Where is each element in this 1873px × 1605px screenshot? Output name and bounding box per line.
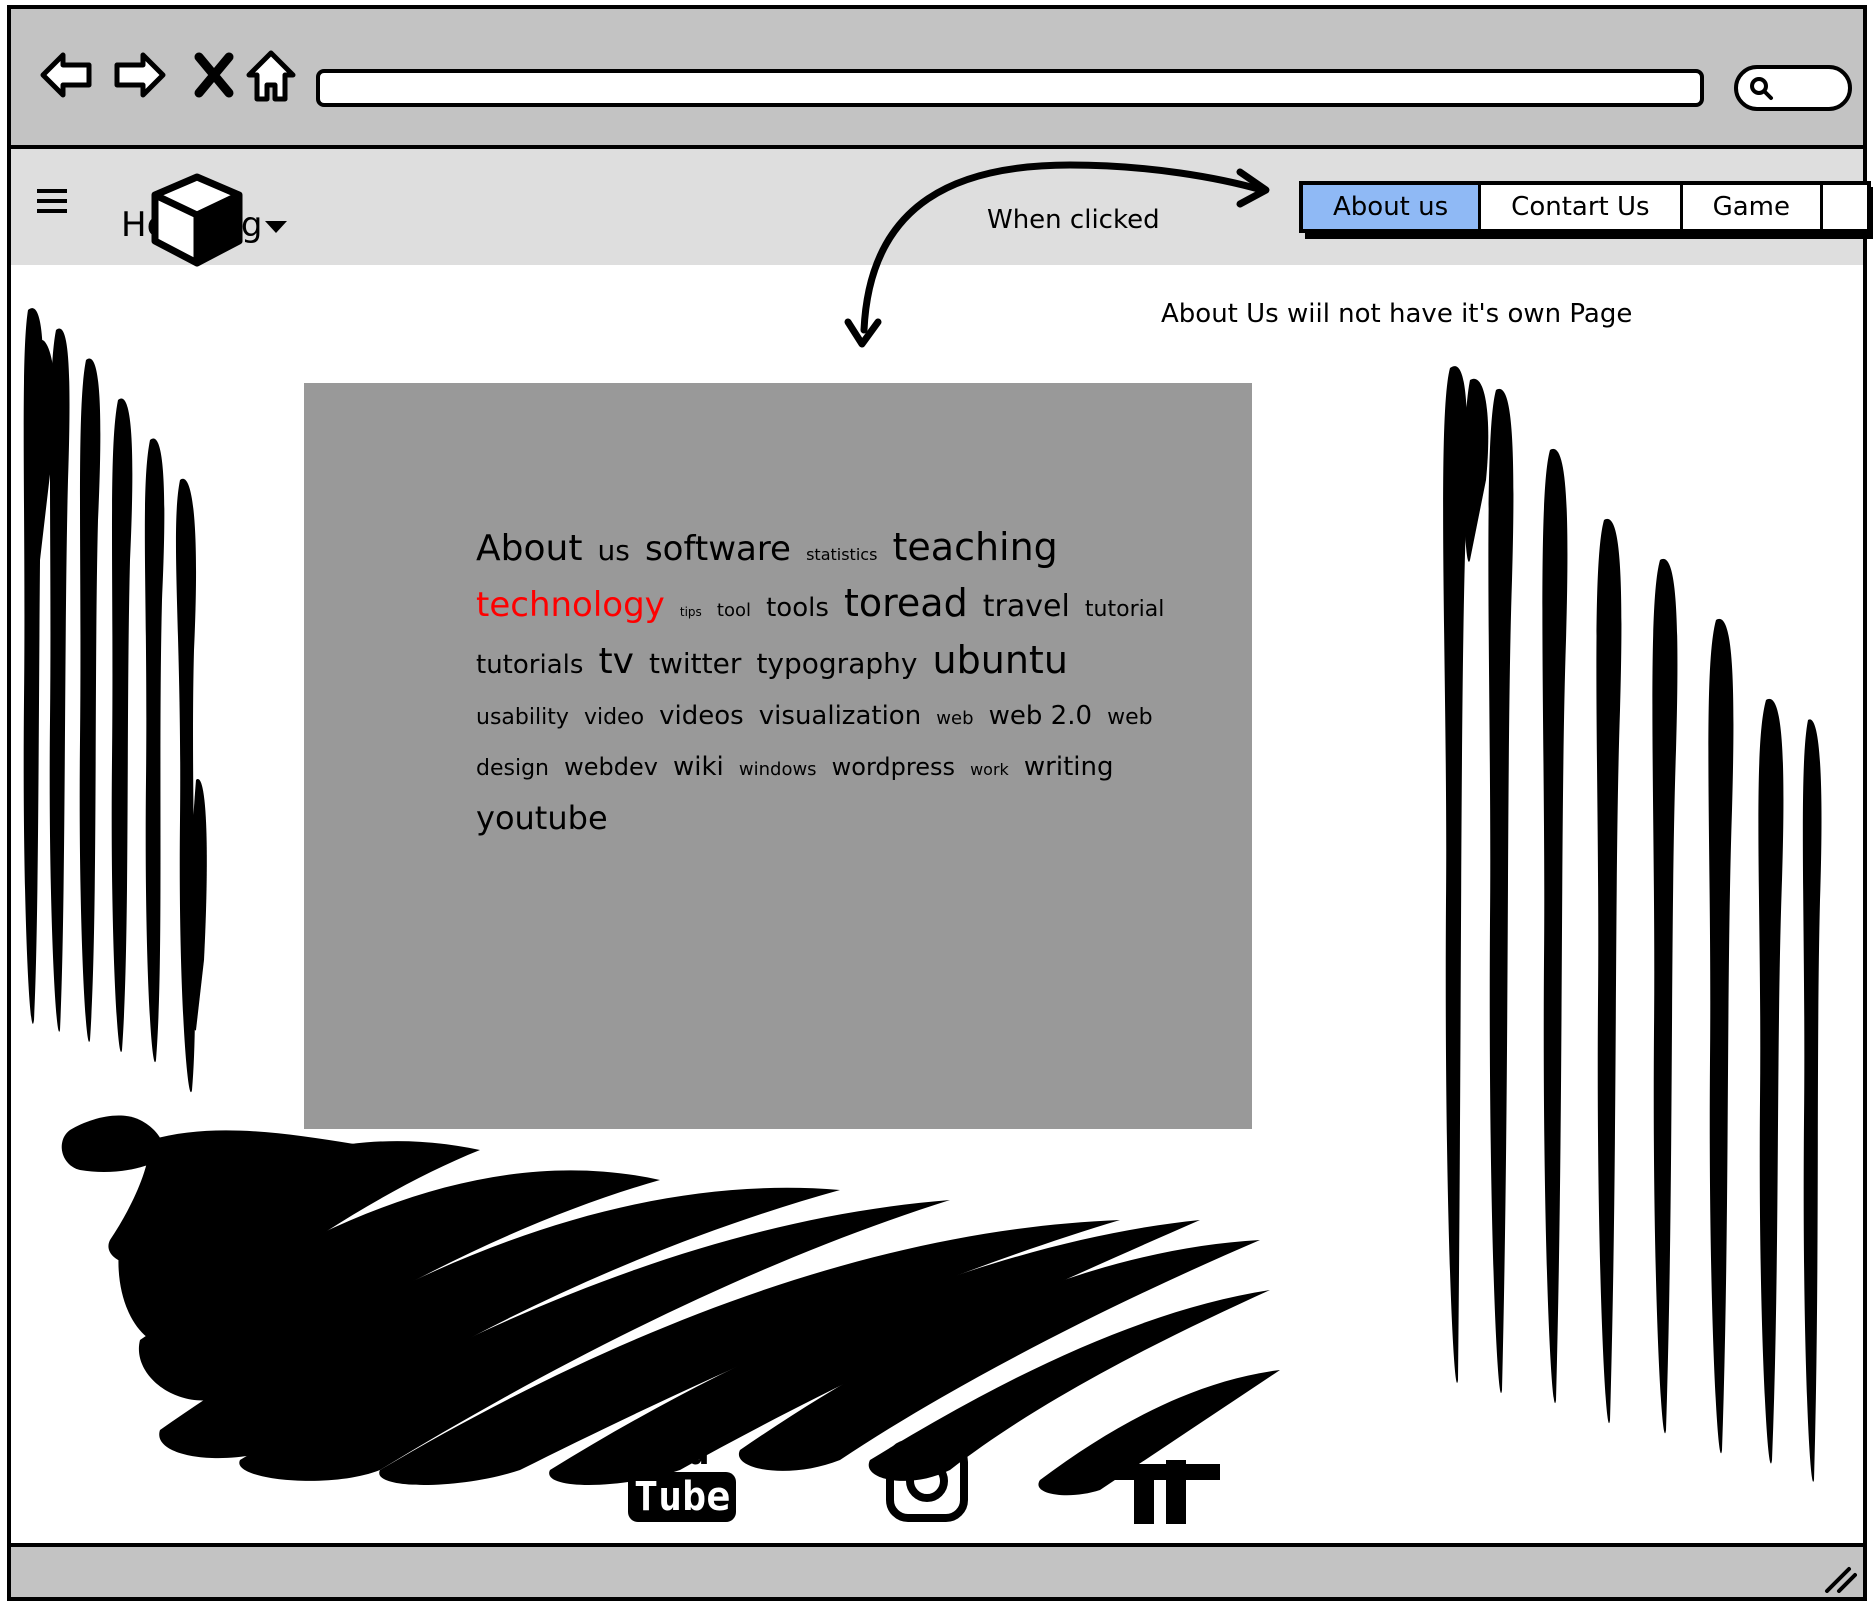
tag-tv[interactable]: tv xyxy=(598,641,633,682)
when-clicked-note: When clicked xyxy=(987,205,1160,235)
youtube-top-text: You xyxy=(638,1428,711,1474)
tag-web-20[interactable]: web 2.0 xyxy=(989,701,1092,731)
browser-search[interactable] xyxy=(1734,65,1852,111)
address-bar[interactable] xyxy=(316,69,1704,107)
tag-About[interactable]: About xyxy=(476,528,582,569)
tag-ubuntu[interactable]: ubuntu xyxy=(933,638,1068,682)
tag-travel[interactable]: travel xyxy=(983,589,1070,624)
tag-wordpress[interactable]: wordpress xyxy=(832,753,955,781)
tab-game[interactable]: Game xyxy=(1682,185,1823,229)
tab-contact-us[interactable]: Contart Us xyxy=(1481,185,1683,229)
search-icon xyxy=(1750,77,1773,100)
tag-web[interactable]: web xyxy=(936,708,973,729)
cube-icon xyxy=(151,173,243,267)
tag-work[interactable]: work xyxy=(970,760,1009,779)
tag-youtube[interactable]: youtube xyxy=(476,799,608,837)
tag-usability[interactable]: usability xyxy=(476,705,569,730)
tag-tutorial[interactable]: tutorial xyxy=(1085,597,1164,622)
resize-grip-icon[interactable] xyxy=(1823,1563,1857,1593)
nav-tabs: About us Contart Us Game xyxy=(1299,181,1871,233)
forward-arrow-icon[interactable] xyxy=(111,47,167,103)
about-page-note: About Us wiil not have it's own Page xyxy=(1161,299,1633,329)
tag-video[interactable]: video xyxy=(584,705,644,730)
tag-statistics[interactable]: statistics xyxy=(806,545,877,564)
youtube-icon[interactable]: You Tube xyxy=(628,1428,737,1522)
tag-cloud: About us software statistics teaching te… xyxy=(476,523,1176,848)
tag-software[interactable]: software xyxy=(645,529,791,569)
tab-empty[interactable] xyxy=(1822,185,1867,229)
status-bar xyxy=(11,1543,1863,1597)
chevron-down-icon[interactable] xyxy=(263,219,289,235)
tag-tool[interactable]: tool xyxy=(717,600,751,621)
home-icon[interactable] xyxy=(243,47,299,103)
tag-tutorials[interactable]: tutorials xyxy=(476,650,583,680)
tag-wiki[interactable]: wiki xyxy=(673,752,724,782)
tag-tools[interactable]: tools xyxy=(766,593,829,623)
close-icon[interactable] xyxy=(189,47,245,103)
tag-toread[interactable]: toread xyxy=(844,581,968,625)
tag-typography[interactable]: typography xyxy=(756,647,917,680)
facebook-icon[interactable] xyxy=(1100,1450,1224,1524)
tag-visualization[interactable]: visualization xyxy=(759,701,921,731)
browser-toolbar xyxy=(11,9,1863,149)
tag-webdev[interactable]: webdev xyxy=(564,753,658,781)
youtube-bottom-text: Tube xyxy=(628,1472,737,1522)
tag-videos[interactable]: videos xyxy=(659,701,744,731)
instagram-icon[interactable] xyxy=(886,1440,968,1522)
tag-twitter[interactable]: twitter xyxy=(649,647,741,680)
tag-technology[interactable]: technology xyxy=(476,585,665,625)
tag-tips[interactable]: tips xyxy=(680,605,702,619)
tag-teaching[interactable]: teaching xyxy=(893,525,1058,569)
hamburger-icon[interactable] xyxy=(37,189,69,215)
tab-about-us[interactable]: About us xyxy=(1303,185,1482,229)
tag-writing[interactable]: writing xyxy=(1024,752,1114,782)
tag-us[interactable]: us xyxy=(598,534,630,567)
tag-windows[interactable]: windows xyxy=(739,759,817,780)
site-header: Heading About us Contart Us Game xyxy=(11,149,1871,267)
content-placeholder: About us software statistics teaching te… xyxy=(304,383,1252,1129)
browser-window: Heading About us Contart Us Game When cl… xyxy=(7,5,1871,1601)
back-arrow-icon[interactable] xyxy=(39,47,95,103)
